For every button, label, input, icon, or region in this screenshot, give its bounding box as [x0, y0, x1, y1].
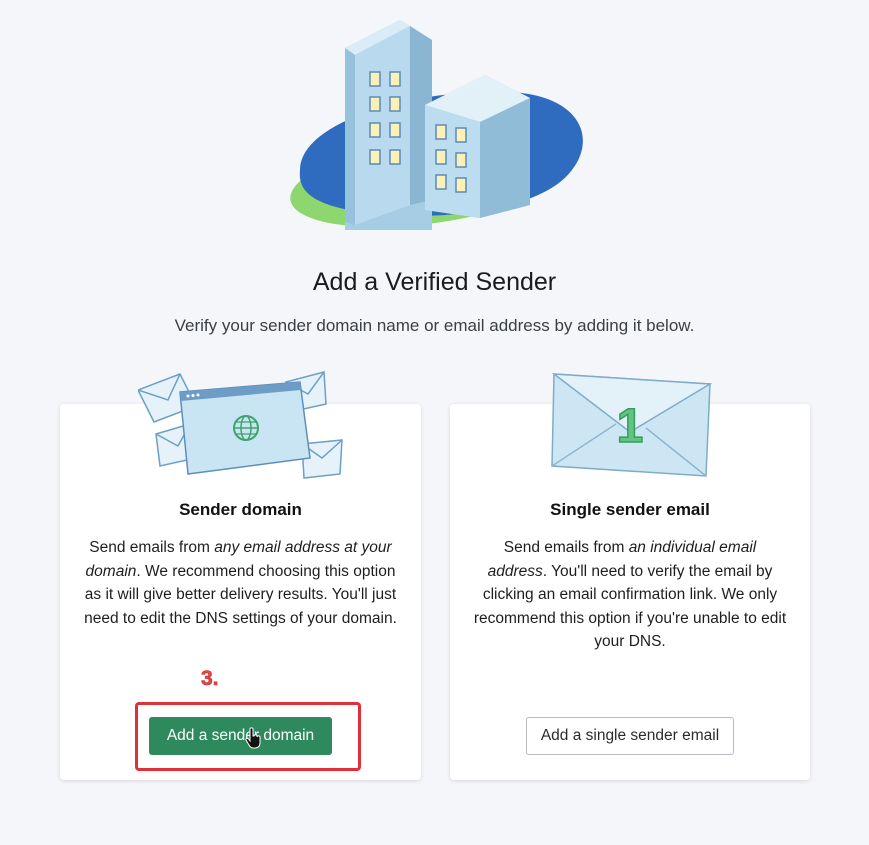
hand-pointer-icon	[245, 727, 261, 749]
page-subtitle: Verify your sender domain name or email …	[174, 316, 695, 335]
sender-domain-heading: Sender domain	[179, 500, 302, 519]
buildings-illustration	[290, 20, 583, 230]
sender-domain-description: Send emails from any email address at yo…	[84, 539, 397, 627]
page-title: Add a Verified Sender	[312, 268, 557, 296]
add-single-sender-button[interactable]: Add a single sender email	[526, 717, 734, 755]
browser-envelopes-icon	[138, 371, 343, 479]
svg-text:1: 1	[617, 400, 644, 453]
single-sender-heading: Single sender email	[550, 500, 710, 519]
single-sender-description: Send emails from an individual email add…	[473, 539, 787, 651]
step-number-label: 3.	[201, 667, 219, 691]
envelope-number-one-icon: 1	[551, 373, 712, 477]
single-sender-card: 1 Single sender email Send emails from a…	[450, 373, 810, 780]
